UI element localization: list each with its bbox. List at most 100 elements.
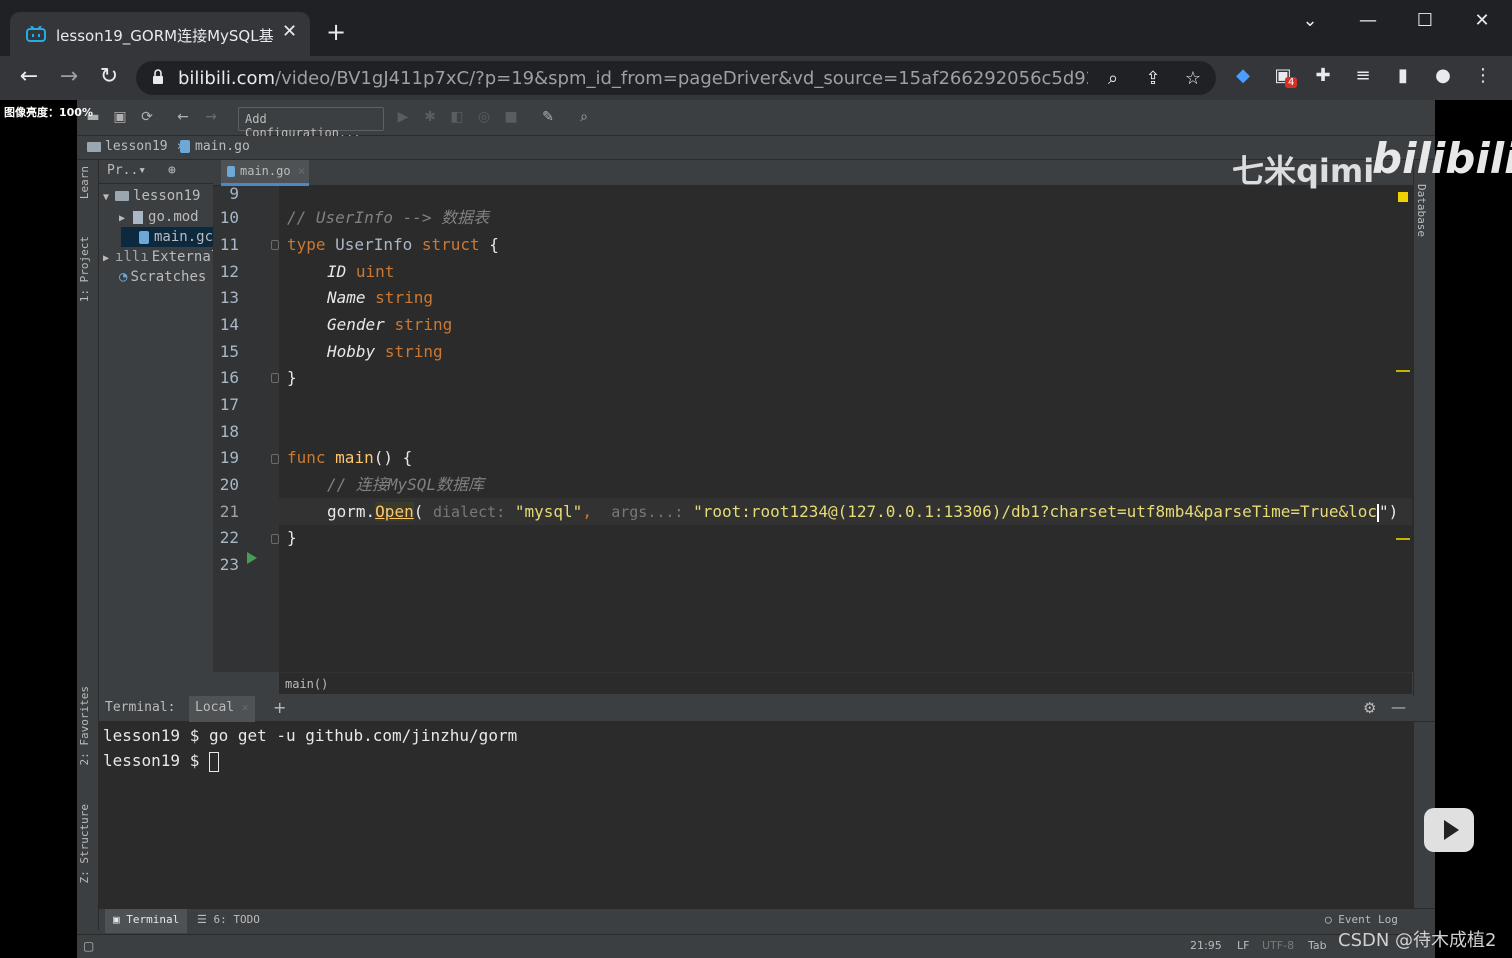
favorites-tool-tab[interactable]: 2: Favorites — [78, 686, 91, 765]
close-tab-icon[interactable]: ✕ — [282, 21, 297, 42]
database-tool-tab[interactable]: Database — [1415, 184, 1428, 237]
warning-marker[interactable] — [1396, 370, 1410, 372]
media-playlist-icon[interactable]: ≡ — [1349, 65, 1377, 86]
play-icon — [1444, 820, 1459, 840]
fold-marker[interactable] — [271, 373, 279, 383]
address-bar[interactable]: bilibili.com/video/BV1gJ411p7xC/?p=19&sp… — [136, 61, 1216, 95]
layout-toggle-icon[interactable]: ▢ — [83, 939, 94, 953]
browser-tab-strip: lesson19_GORM连接MySQL基 ✕ + ⌄ — ☐ ✕ — [0, 0, 1512, 56]
line-number: 9 — [229, 184, 239, 203]
learn-tool-tab[interactable]: Learn — [78, 166, 91, 199]
tab-title: lesson19_GORM连接MySQL基 — [56, 27, 274, 45]
code-line: ID uint — [327, 262, 395, 281]
line-number: 22 — [219, 528, 239, 547]
settings-wrench-icon[interactable]: ✎ — [538, 109, 558, 125]
browser-toolbar: ← → ↻ bilibili.com/video/BV1gJ411p7xC/?p… — [0, 56, 1512, 100]
run-icon[interactable]: ▶ — [393, 109, 413, 125]
bottom-tool-tabs: ▣ Terminal ☰ 6: TODO ◯ Event Log — [99, 908, 1435, 934]
brightness-overlay: 图像亮度：100% — [4, 106, 93, 119]
extensions-puzzle-icon[interactable]: ✚ — [1309, 65, 1337, 86]
line-number: 19 — [219, 448, 239, 467]
zoom-icon[interactable]: ⌕ — [1101, 68, 1125, 89]
terminal-cursor — [208, 751, 219, 772]
csdn-watermark: CSDN @待木成植2 — [1338, 930, 1497, 951]
line-separator[interactable]: LF — [1237, 939, 1249, 952]
inspection-status-icon[interactable] — [1398, 192, 1408, 202]
reload-icon[interactable]: ↻ — [94, 64, 124, 89]
tree-item-scratches[interactable]: ◔ Scratches — [119, 267, 206, 287]
structure-tool-tab[interactable]: Z: Structure — [78, 804, 91, 883]
fold-marker[interactable] — [271, 454, 279, 464]
todo-tool-tab[interactable]: ☰ 6: TODO — [197, 913, 260, 926]
terminal-tool-tab[interactable]: ▣ Terminal — [105, 909, 188, 933]
side-panel-icon[interactable]: ▮ — [1389, 65, 1417, 86]
back-icon[interactable]: ← — [14, 64, 44, 89]
code-line: // 连接MySQL数据库 — [327, 475, 485, 494]
terminal-line: lesson19 $ go get -u github.com/jinzhu/g… — [103, 726, 518, 745]
profile-icon[interactable]: ◎ — [474, 109, 494, 125]
tree-item-lesson19[interactable]: ▼ lesson19 — [103, 186, 200, 206]
close-editor-tab-icon[interactable]: × — [298, 164, 305, 178]
terminal-header: Terminal: Local × + ⚙ — — [99, 696, 1435, 722]
tree-item-go-mod[interactable]: ▶ go.mod — [119, 207, 199, 227]
breadcrumb-file[interactable]: main.go — [180, 139, 250, 154]
line-number: 15 — [219, 342, 239, 361]
url-text: bilibili.com/video/BV1gJ411p7xC/?p=19&sp… — [178, 68, 1088, 89]
code-comment: // UserInfo --> 数据表 — [287, 208, 490, 227]
terminal-output[interactable]: lesson19 $ go get -u github.com/jinzhu/g… — [99, 722, 1413, 908]
mod-file-icon — [133, 210, 144, 224]
terminal-label: Terminal: — [105, 700, 176, 715]
code-line: // UserInfo --> 数据表 — [279, 204, 1412, 231]
tab-search-icon[interactable]: ⌄ — [1292, 10, 1328, 31]
hide-panel-icon[interactable]: — — [1391, 698, 1406, 716]
browser-tab[interactable]: lesson19_GORM连接MySQL基 ✕ — [10, 12, 310, 56]
line-number: 12 — [219, 262, 239, 281]
coverage-icon[interactable]: ◧ — [447, 109, 467, 125]
bookmark-star-icon[interactable]: ☆ — [1181, 68, 1205, 89]
line-number: 10 — [219, 208, 239, 227]
search-icon[interactable]: ⌕ — [574, 109, 594, 125]
navigate-forward-icon[interactable]: → — [201, 109, 221, 125]
save-icon[interactable]: ▣ — [110, 109, 130, 125]
maximize-icon[interactable]: ☐ — [1407, 10, 1443, 31]
forward-icon[interactable]: → — [54, 64, 84, 89]
caret-position[interactable]: 21:95 — [1190, 939, 1222, 952]
project-tool-tab[interactable]: 1: Project — [78, 236, 91, 302]
tree-item-main-go[interactable]: main.gc — [121, 227, 213, 247]
window-close-icon[interactable]: ✕ — [1464, 10, 1500, 31]
go-file-icon — [139, 230, 149, 244]
new-tab-button[interactable]: + — [326, 18, 346, 46]
new-terminal-button[interactable]: + — [273, 698, 286, 717]
project-panel-header[interactable]: Pr..▾ ⊕ — [99, 160, 213, 184]
browser-menu-icon[interactable]: ⋮ — [1469, 65, 1497, 86]
add-configuration-button[interactable]: Add Configuration... — [238, 107, 384, 140]
fold-marker[interactable] — [271, 534, 279, 544]
extension-badge-count: 4 — [1285, 77, 1298, 88]
profile-avatar-icon[interactable]: ● — [1429, 65, 1457, 86]
breadcrumb-project[interactable]: lesson19 › — [87, 139, 183, 154]
code-editor[interactable]: // UserInfo --> 数据表 type UserInfo struct… — [279, 186, 1412, 672]
gear-icon[interactable]: ⚙ — [1363, 699, 1376, 717]
bilibili-player-icon[interactable] — [1424, 808, 1474, 852]
debug-icon[interactable]: ✱ — [420, 109, 440, 125]
event-log-tab[interactable]: ◯ Event Log — [1325, 913, 1398, 926]
close-terminal-tab-icon[interactable]: × — [242, 701, 249, 714]
tree-item-external-libraries[interactable]: ▶ ıllı External — [103, 247, 219, 267]
warning-marker[interactable] — [1396, 538, 1410, 540]
extension-badge-icon[interactable]: ▣ 4 — [1269, 65, 1298, 88]
scratches-icon: ◔ — [119, 269, 128, 285]
status-bar: ▢ 21:95 LF UTF-8 Tab — [77, 934, 1435, 958]
share-icon[interactable]: ⇪ — [1141, 68, 1165, 89]
navigate-back-icon[interactable]: ← — [173, 109, 193, 125]
locate-icon[interactable]: ⊕ — [168, 163, 176, 178]
stop-icon[interactable]: ■ — [501, 109, 521, 125]
code-line: } — [287, 528, 297, 547]
code-breadcrumb[interactable]: main() — [279, 672, 1412, 694]
minimize-icon[interactable]: — — [1350, 10, 1386, 31]
sync-icon[interactable]: ⟳ — [137, 109, 157, 125]
fold-marker[interactable] — [271, 240, 279, 250]
indent-setting[interactable]: Tab — [1308, 939, 1327, 952]
file-encoding[interactable]: UTF-8 — [1262, 939, 1294, 952]
extension-diamond-icon[interactable]: ◆ — [1229, 65, 1257, 86]
terminal-tab-local[interactable]: Local × — [189, 696, 255, 722]
